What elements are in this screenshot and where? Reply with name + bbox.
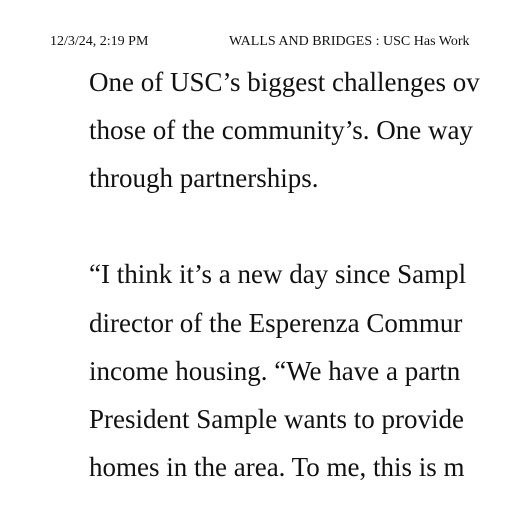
paragraph-2-line-1: “I think it’s a new day since Sampl	[89, 259, 467, 289]
paragraph-2-line-5: homes in the area. To me, this is m	[89, 452, 465, 482]
paragraph-2-line-3: income housing. “We have a partn	[89, 356, 461, 386]
paragraph-1-line-2: those of the community’s. One way	[89, 115, 473, 145]
paragraph-1-line-3: through partnerships.	[89, 163, 319, 193]
paragraph-1-line-1: One of USC’s biggest challenges ov	[89, 67, 480, 97]
paragraph-2-line-2: director of the Esperenza Commur	[89, 308, 463, 338]
paragraph-2-line-4: President Sample wants to provide	[89, 404, 464, 434]
article-body: One of USC’s biggest challenges ov those…	[89, 0, 512, 512]
